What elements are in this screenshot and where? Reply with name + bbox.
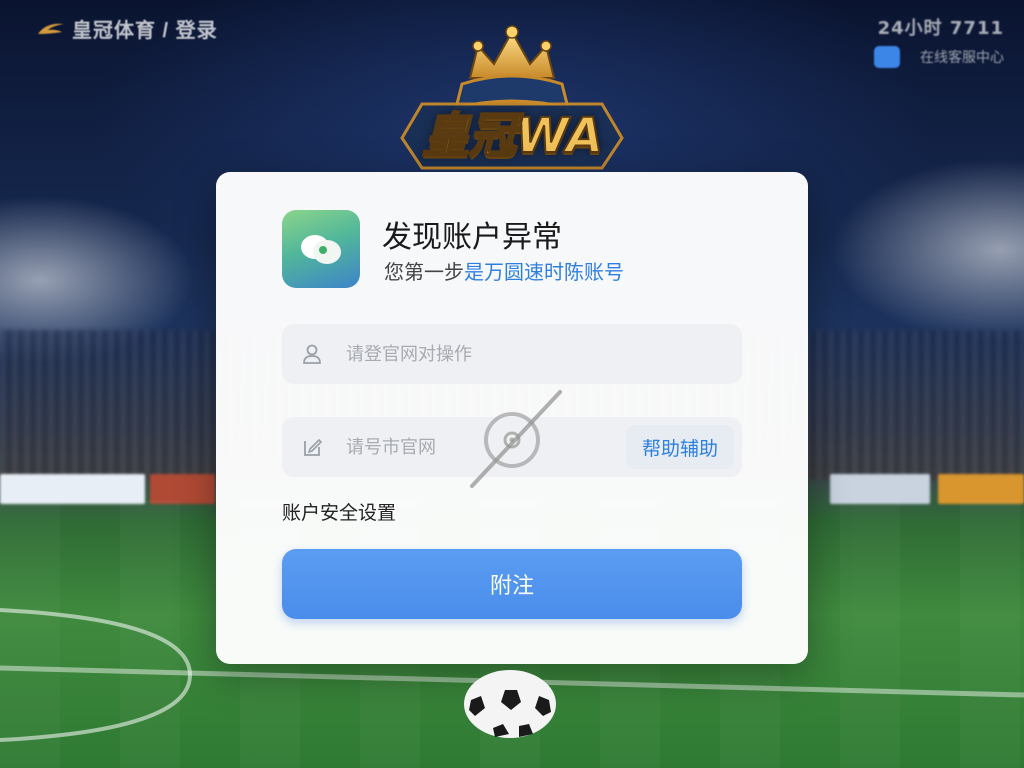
site-title: 皇冠体育 / 登录 xyxy=(36,14,218,43)
service-text: 在线客服中心 xyxy=(920,50,1004,66)
chat-bubble-icon xyxy=(301,235,341,264)
brand-logo: 皇冠WA xyxy=(392,18,632,178)
ad-board-left-2 xyxy=(150,474,215,504)
edit-icon xyxy=(304,438,323,456)
password-field[interactable]: 帮助辅助 xyxy=(282,416,742,478)
service-icon xyxy=(874,46,900,68)
ad-board-left xyxy=(0,474,145,504)
submit-button[interactable]: 附注 xyxy=(282,549,742,619)
dialog-subtitle-prefix: 您第一步 xyxy=(384,260,464,284)
help-button[interactable]: 帮助辅助 xyxy=(625,425,734,469)
account-dialog: 发现账户异常 您第一步是万圆速时陈账号 帮助辅助 账户安全设置 xyxy=(216,172,808,664)
service-link[interactable]: 在线客服中心 xyxy=(874,46,1004,68)
username-field[interactable] xyxy=(282,323,742,385)
ad-board-right xyxy=(830,474,930,504)
site-title-text: 皇冠体育 / 登录 xyxy=(72,20,218,42)
brand-mark-icon xyxy=(38,23,64,34)
user-icon xyxy=(303,344,321,364)
soccer-ball-icon xyxy=(464,670,556,738)
password-input[interactable] xyxy=(344,416,588,478)
dialog-subtitle: 您第一步是万圆速时陈账号 xyxy=(384,256,624,285)
logo-text: 皇冠WA xyxy=(421,107,604,165)
ad-board-right-2 xyxy=(938,474,1024,504)
hotline-text: 24小时 7711 xyxy=(877,18,1004,39)
account-security-link[interactable]: 账户安全设置 xyxy=(282,498,396,525)
dialog-subtitle-link[interactable]: 是万圆速时陈账号 xyxy=(464,260,624,284)
background-stadium: 皇冠体育 / 登录 24小时 7711 在线客服中心 皇冠WA 发现账户异常 您… xyxy=(0,0,1024,768)
dialog-title: 发现账户异常 xyxy=(382,220,562,255)
username-input[interactable] xyxy=(344,323,742,385)
app-icon xyxy=(282,210,360,288)
